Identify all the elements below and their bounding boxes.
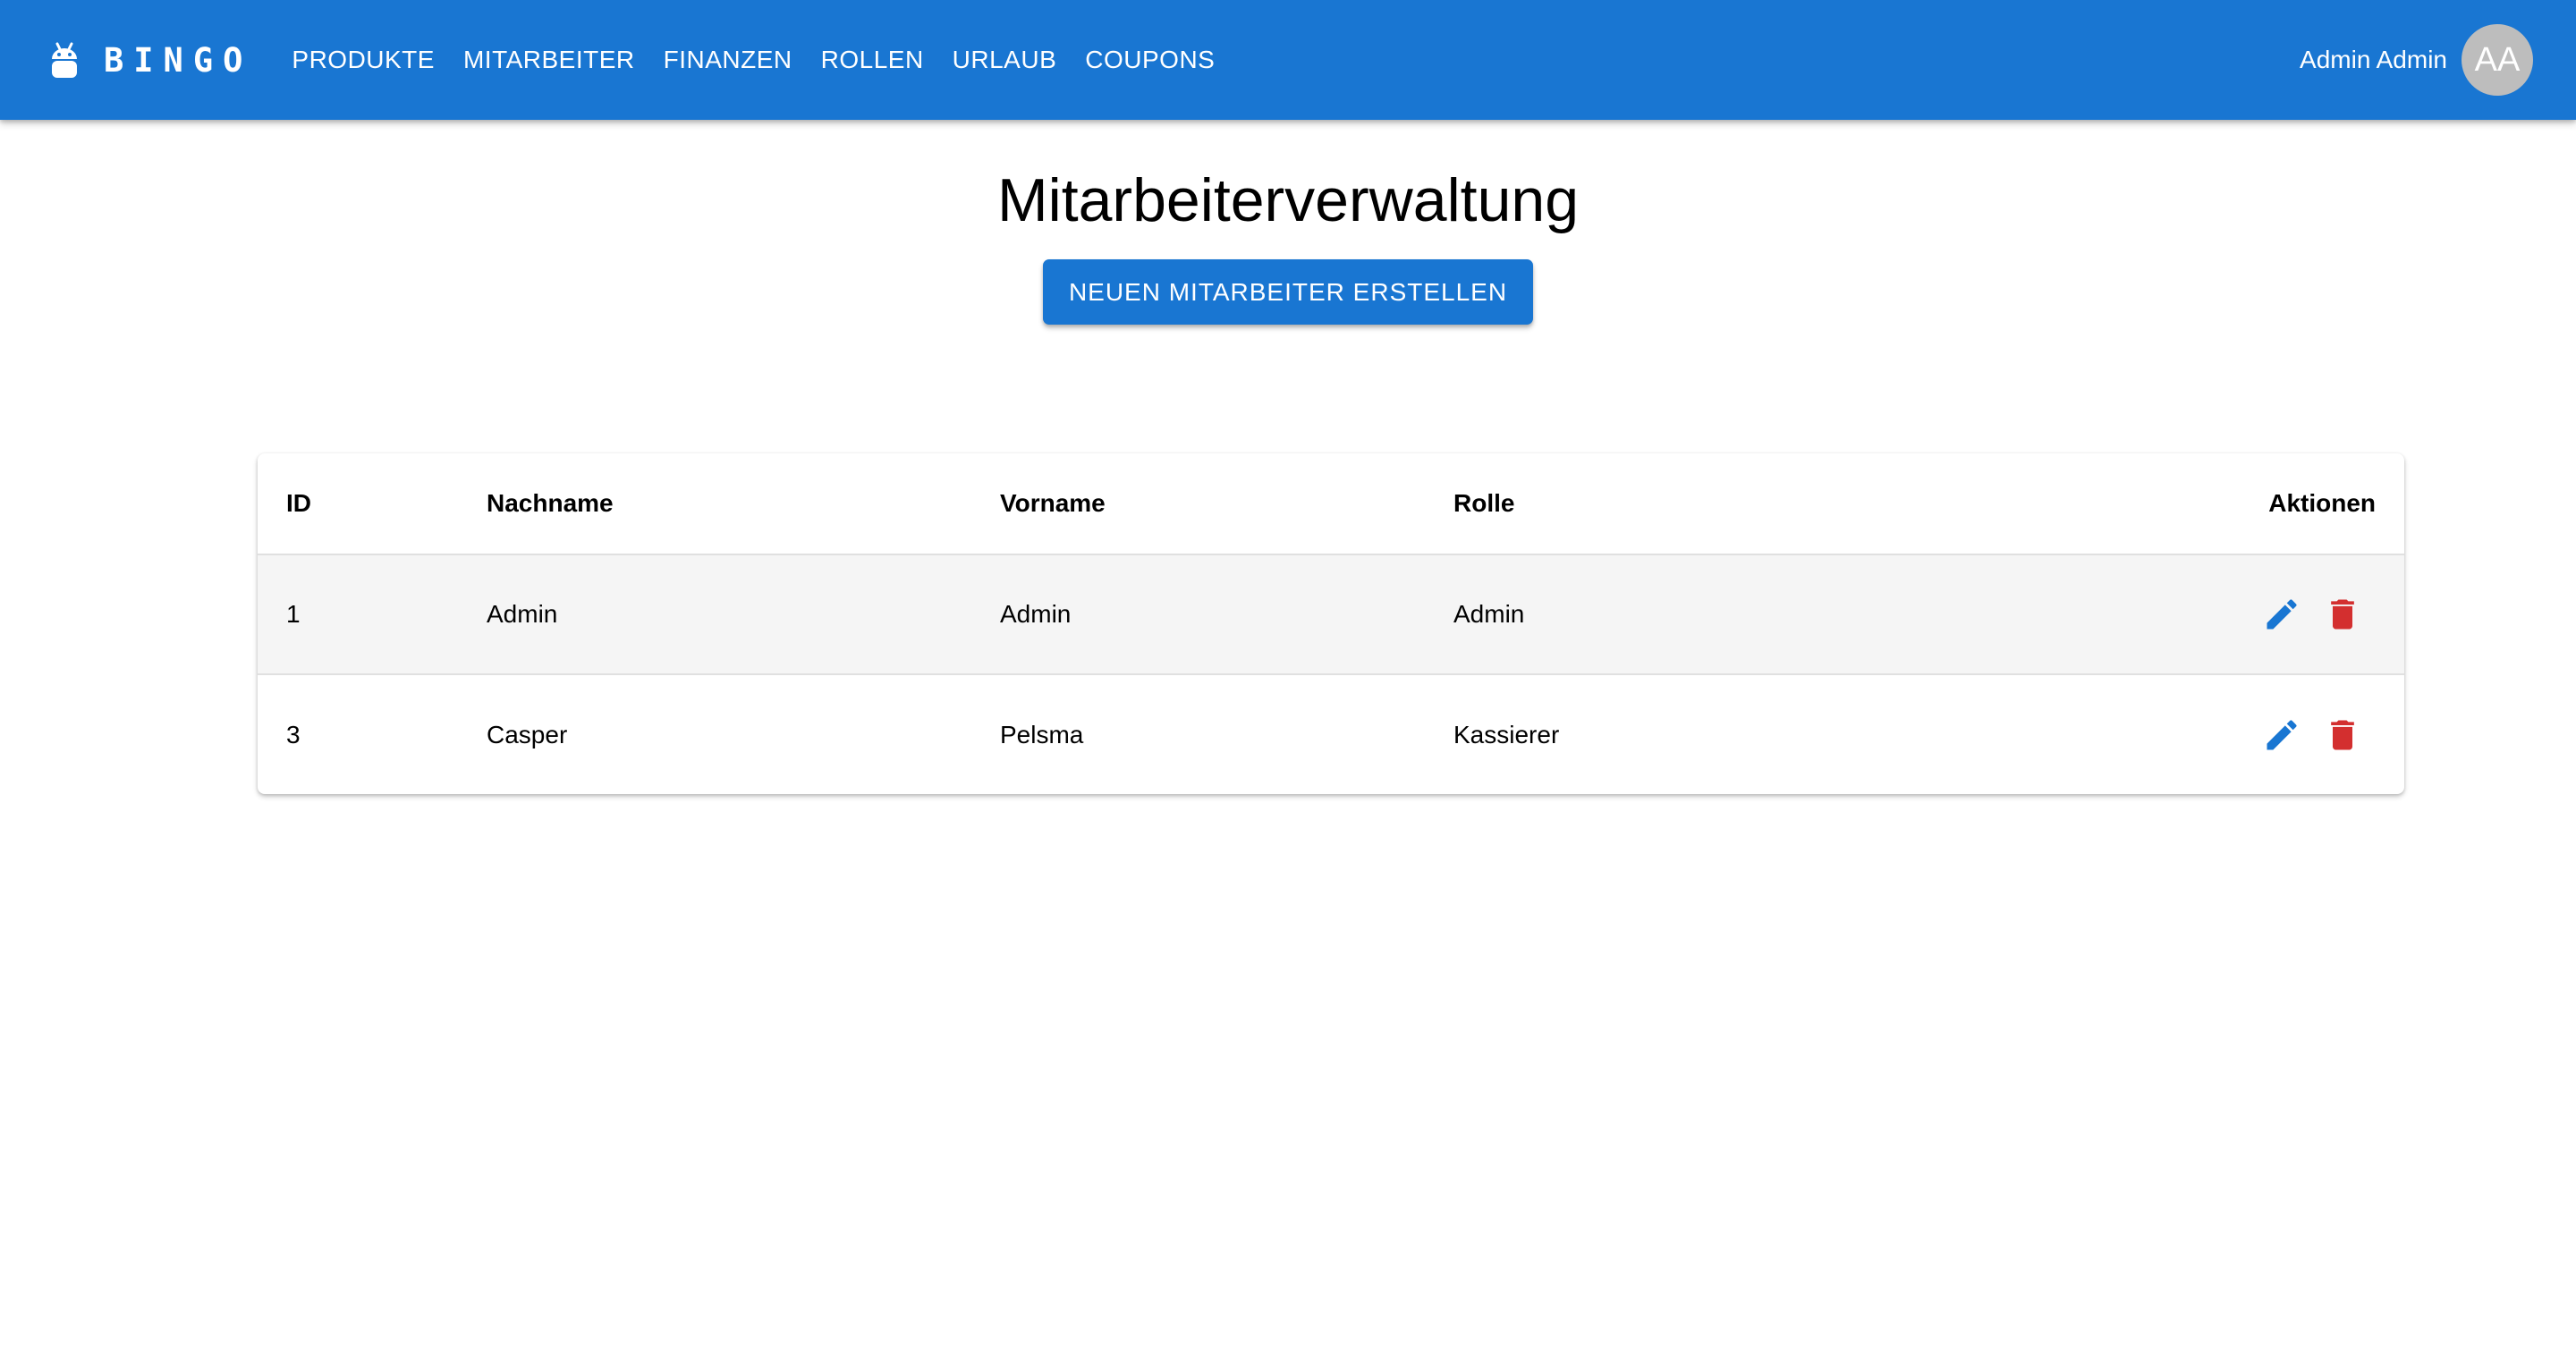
table-row: 1 Admin Admin Admin [258,554,2404,675]
main-nav: PRODUKTE MITARBEITER FINANZEN ROLLEN URL… [277,0,1229,120]
nav-item-urlaub[interactable]: URLAUB [938,0,1072,120]
android-icon [47,38,82,81]
header-last-name: Nachname [487,453,1000,555]
row-actions [1990,590,2376,638]
cell-last-name: Admin [487,554,1000,675]
table-header-row: ID Nachname Vorname Rolle Aktionen [258,453,2404,555]
table-row: 3 Casper Pelsma Kassierer [258,674,2404,794]
cell-id: 3 [286,720,301,748]
cell-id: 1 [258,554,487,675]
nav-item-rollen[interactable]: ROLLEN [807,0,938,120]
cell-role: Admin [1453,554,1990,675]
cell-first-name: Admin [1000,554,1453,675]
user-menu: Admin Admin AA [2300,0,2533,120]
header-role: Rolle [1453,453,1990,555]
header-id: ID [258,453,487,555]
nav-item-mitarbeiter[interactable]: MITARBEITER [449,0,649,120]
nav-item-produkte[interactable]: PRODUKTE [277,0,449,120]
brand[interactable]: BINGO [47,0,252,120]
edit-icon[interactable] [2258,711,2306,759]
header-first-name: Vorname [1000,453,1453,555]
edit-icon[interactable] [2258,590,2306,638]
row-actions [1990,711,2376,759]
nav-item-finanzen[interactable]: FINANZEN [649,0,807,120]
employee-table-card: ID Nachname Vorname Rolle Aktionen 1 Adm… [258,453,2404,794]
create-employee-button[interactable]: NEUEN MITARBEITER ERSTELLEN [1043,259,1533,325]
cell-last-name: Casper [487,720,568,748]
delete-icon[interactable] [2318,590,2367,638]
avatar[interactable]: AA [2462,24,2533,96]
page-title: Mitarbeiterverwaltung [996,166,1580,234]
cell-actions [1990,674,2404,794]
header-actions: Aktionen [1990,453,2404,555]
delete-icon[interactable] [2318,711,2367,759]
user-name: Admin Admin [2300,46,2447,73]
cell-first-name: Pelsma [1000,720,1084,748]
employee-table: ID Nachname Vorname Rolle Aktionen 1 Adm… [258,453,2404,794]
cell-actions [1990,554,2404,675]
nav-item-coupons[interactable]: COUPONS [1071,0,1229,120]
cell-role: Kassierer [1453,720,1560,748]
brand-name: BINGO [104,40,253,80]
app-bar: BINGO PRODUKTE MITARBEITER FINANZEN ROLL… [0,0,2576,120]
